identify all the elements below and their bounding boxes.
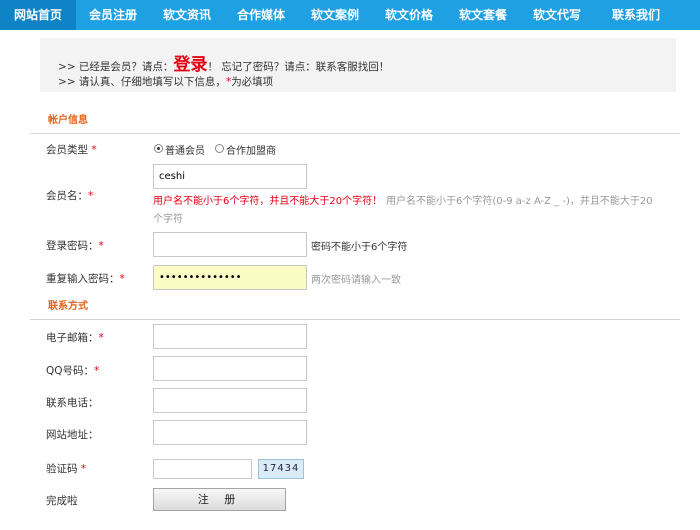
notice-text: 为必填项 [231, 76, 274, 88]
nav-item-media[interactable]: 合作媒体 [224, 0, 298, 30]
username-hint-cont: 个字符 [153, 214, 183, 225]
email-input[interactable] [153, 324, 307, 349]
login-link[interactable]: 登录 [173, 55, 207, 75]
register-button[interactable]: 注 册 [153, 488, 286, 511]
divider [30, 133, 680, 134]
nav-item-writing[interactable]: 软文代写 [520, 0, 594, 30]
radio-label-normal-member[interactable]: 普通会员 [165, 142, 205, 157]
username-error: 用户名不能小于6个字符，并且不能大于20个字符！ [153, 196, 383, 207]
captcha-image[interactable]: 17434 [258, 459, 304, 479]
radio-label-partner[interactable]: 合作加盟商 [226, 142, 276, 157]
section-title-account: 帐户信息 [48, 115, 88, 126]
notice-text: >> 已经是会员？请点： [58, 61, 174, 73]
recover-password-link[interactable]: 联系客服找回！ [316, 61, 390, 73]
top-nav: 网站首页 会员注册 软文资讯 合作媒体 软文案例 软文价格 软文套餐 软文代写 … [0, 0, 700, 30]
divider [30, 319, 680, 320]
username-input[interactable] [153, 164, 307, 189]
password-label: 登录密码：* [46, 240, 104, 252]
website-label: 网站地址： [46, 429, 99, 441]
notice-text: >> 请认真、仔细地填写以下信息， [58, 76, 226, 88]
radio-normal-member[interactable] [154, 144, 163, 153]
nav-item-home[interactable]: 网站首页 [0, 0, 76, 30]
password-input[interactable] [153, 232, 307, 257]
notice-line-login: >> 已经是会员？请点：登录！ 忘记了密码？请点：联系客服找回！ [58, 50, 389, 75]
section-title-contact: 联系方式 [48, 301, 88, 312]
phone-input[interactable] [153, 388, 307, 413]
nav-item-packages[interactable]: 软文套餐 [446, 0, 520, 30]
phone-label: 联系电话： [46, 397, 99, 409]
website-input[interactable] [153, 420, 307, 445]
username-label: 会员名：* [46, 190, 94, 202]
password-confirm-input[interactable] [153, 265, 307, 290]
password-confirm-hint: 两次密码请输入一致 [311, 275, 401, 286]
radio-partner[interactable] [215, 144, 224, 153]
qq-label: QQ号码：* [46, 365, 100, 377]
qq-input[interactable] [153, 356, 307, 381]
captcha-label: 验证码 * [46, 463, 87, 475]
notice-box: >> 已经是会员？请点：登录！ 忘记了密码？请点：联系客服找回！ >> 请认真、… [40, 38, 676, 92]
notice-line-instructions: >> 请认真、仔细地填写以下信息，*为必填项 [58, 74, 273, 89]
member-type-label: 会员类型 * [46, 144, 97, 156]
email-label: 电子邮箱：* [46, 332, 104, 344]
finish-label: 完成啦 [46, 495, 78, 507]
nav-item-prices[interactable]: 软文价格 [372, 0, 446, 30]
nav-item-contact[interactable]: 联系我们 [594, 0, 678, 30]
nav-item-register[interactable]: 会员注册 [76, 0, 150, 30]
username-hint: 用户名不能小于6个字符(0-9 a-z A-Z _ -)，并且不能大于20 [386, 196, 653, 207]
captcha-input[interactable] [153, 459, 252, 479]
nav-item-news[interactable]: 软文资讯 [150, 0, 224, 30]
password-confirm-label: 重复输入密码：* [46, 273, 125, 285]
nav-item-cases[interactable]: 软文案例 [298, 0, 372, 30]
notice-text: ！ 忘记了密码？请点： [207, 61, 316, 73]
password-hint: 密码不能小于6个字符 [311, 242, 408, 253]
